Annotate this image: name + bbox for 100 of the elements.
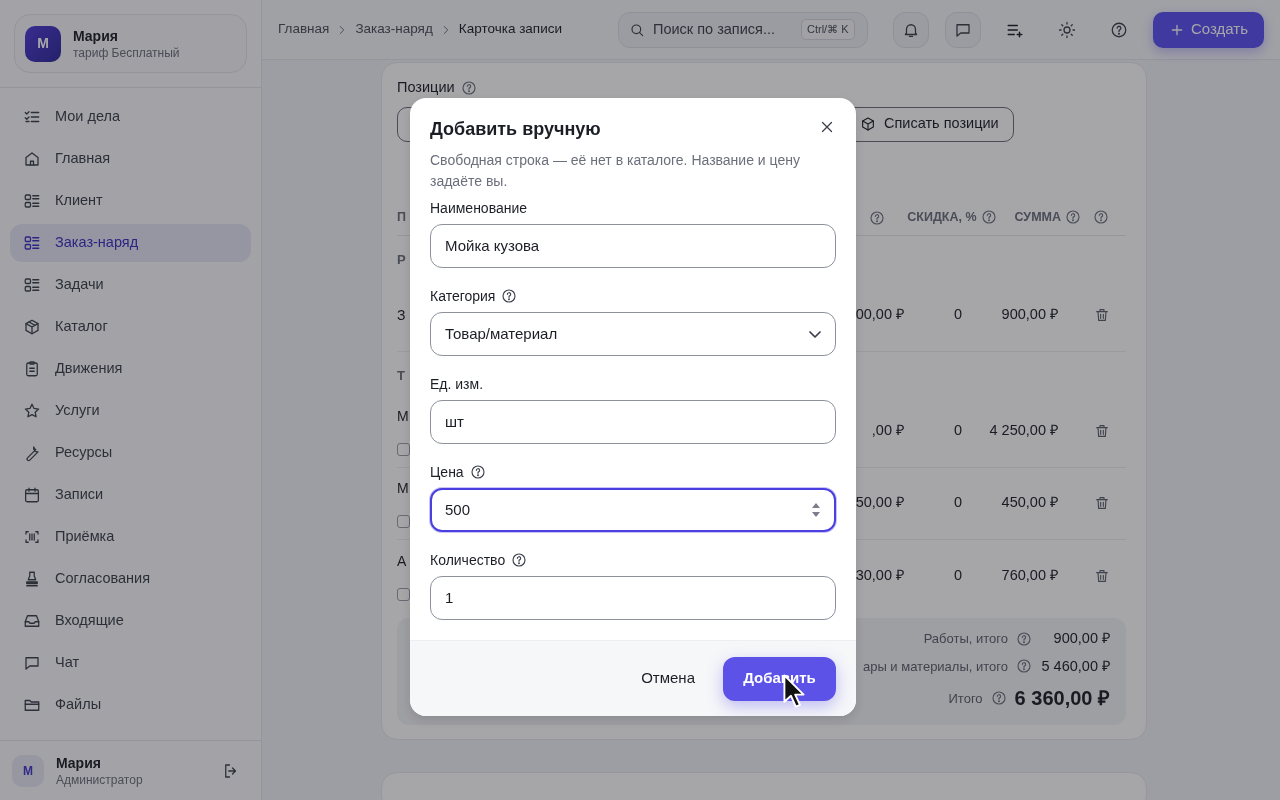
profile-card[interactable]: М Мария тариф Бесплатный — [14, 14, 247, 73]
item-name: А — [397, 551, 407, 571]
help-icon — [1110, 20, 1128, 39]
help-icon — [1016, 630, 1032, 647]
breadcrumb[interactable]: Главная — [278, 19, 330, 40]
checkbox[interactable] — [397, 443, 410, 457]
field-label: Количество — [430, 550, 506, 570]
search-input[interactable]: Поиск по запися... — [653, 18, 793, 41]
sidebar-item[interactable]: Заказ-наряд — [10, 224, 251, 262]
cube-icon — [860, 116, 876, 133]
discount-cell-text: 0 — [953, 305, 963, 325]
column-header: СУММА — [1014, 208, 1061, 226]
sidebar-item[interactable]: Файлы — [10, 686, 251, 724]
cancel-button[interactable]: Отмена — [641, 667, 695, 690]
inbox-icon — [23, 612, 41, 630]
total-label: ары и материалы, итого — [862, 657, 1008, 676]
checkbox[interactable] — [397, 515, 410, 529]
cube-icon — [23, 318, 41, 336]
input-field[interactable]: 1 — [430, 576, 836, 620]
help-icon — [1065, 209, 1081, 226]
help-icon — [1093, 209, 1109, 226]
chevron-down-icon — [809, 330, 821, 338]
scan-icon — [23, 528, 41, 546]
field-label: Категория — [430, 286, 496, 306]
shortcut-hint: Ctrl/⌘ K — [801, 19, 855, 40]
stepper-icon[interactable] — [811, 501, 821, 519]
sidebar-item[interactable]: Чат — [10, 644, 251, 682]
sum-cell-text: 900,00 ₽ — [1001, 305, 1058, 325]
sidebar-item[interactable]: Услуги — [10, 392, 251, 430]
help-icon — [980, 209, 997, 226]
discount-cell-text: 0 — [953, 565, 963, 585]
price-cell-text: 00,00 ₽ — [855, 305, 904, 325]
search-field[interactable]: Поиск по запися... Ctrl/⌘ K — [618, 11, 868, 48]
total-value: 6 360,00 ₽ — [1014, 686, 1110, 712]
help-icon — [1016, 658, 1032, 675]
field-label: Цена — [430, 462, 464, 482]
group-label: Р — [397, 251, 406, 267]
discount-cell-text: 0 — [953, 493, 963, 513]
grid-list-icon — [23, 192, 41, 210]
item-name: М — [397, 407, 409, 427]
input-field[interactable]: шт — [430, 400, 836, 444]
sidebar-item[interactable]: Ресурсы — [10, 434, 251, 472]
price-cell-text: ,00 ₽ — [871, 421, 904, 441]
help-icon — [869, 209, 886, 226]
item-name: М — [397, 479, 409, 499]
column-header: П — [397, 208, 406, 226]
total-value: 900,00 ₽ — [1052, 628, 1110, 648]
sum-cell-text: 760,00 ₽ — [1001, 565, 1058, 585]
chat-button[interactable] — [945, 11, 981, 48]
number-field[interactable]: 500 — [430, 488, 836, 532]
star-icon — [23, 402, 41, 420]
price-cell-text: 30,00 ₽ — [855, 565, 904, 585]
plan-label: тариф Бесплатный — [73, 44, 180, 61]
sidebar-item[interactable]: Приёмка — [10, 518, 251, 556]
wrench-icon — [23, 444, 41, 462]
column-header: СКИДКА, % — [907, 208, 977, 226]
search-icon — [629, 21, 645, 38]
calendar-icon — [23, 486, 41, 504]
dialog-description: Свободная строка — её нет в каталоге. Название и цену задаёте вы. — [430, 151, 801, 191]
section-title: Позиции — [397, 78, 455, 97]
field-label: Наименование — [430, 198, 528, 218]
breadcrumb[interactable]: Заказ-наряд — [355, 19, 433, 40]
user-name: Мария — [56, 753, 102, 772]
avatar: М — [12, 754, 44, 787]
help-icon — [460, 79, 477, 96]
total-label: Итого — [948, 689, 983, 708]
grid-list-icon — [23, 234, 41, 252]
total-label: Работы, итого — [923, 629, 1008, 648]
stamp-icon — [23, 570, 41, 588]
clipboard-icon — [23, 360, 41, 378]
avatar: М — [25, 25, 61, 62]
sidebar-item[interactable]: Каталог — [10, 308, 251, 346]
notifications-button[interactable] — [893, 11, 929, 48]
checkbox[interactable] — [397, 587, 410, 601]
home-icon — [23, 150, 41, 168]
user-role: Администратор — [56, 771, 144, 788]
sidebar-item[interactable]: Мои дела — [10, 98, 251, 136]
price-cell-text: 50,00 ₽ — [855, 493, 904, 513]
sidebar-item[interactable]: Записи — [10, 476, 251, 514]
grid-list-icon — [23, 276, 41, 294]
sun-icon — [1058, 20, 1076, 39]
sidebar-item[interactable]: Клиент — [10, 182, 251, 220]
profile-name: Мария — [73, 26, 119, 45]
add-button[interactable]: Добавить — [723, 656, 836, 701]
chat-bubble-icon — [23, 654, 41, 672]
sidebar-item[interactable]: Задачи — [10, 266, 251, 304]
help-icon — [990, 690, 1007, 707]
sidebar-item[interactable]: Главная — [10, 140, 251, 178]
discount-cell-text: 0 — [953, 421, 963, 441]
breadcrumb: Карточка записи — [458, 20, 562, 39]
dialog-title: Добавить вручную — [430, 119, 601, 141]
create-button[interactable]: Создать — [1153, 11, 1264, 48]
category-select[interactable]: Товар/материал — [430, 312, 836, 356]
total-value: 5 460,00 ₽ — [1040, 656, 1110, 676]
sidebar-item[interactable]: Движения — [10, 350, 251, 388]
field-label: Ед. изм. — [430, 374, 484, 394]
group-label: Т — [397, 367, 405, 383]
sidebar-item[interactable]: Входящие — [10, 602, 251, 640]
input-field[interactable]: Мойка кузова — [430, 224, 836, 268]
sidebar-item[interactable]: Согласования — [10, 560, 251, 598]
